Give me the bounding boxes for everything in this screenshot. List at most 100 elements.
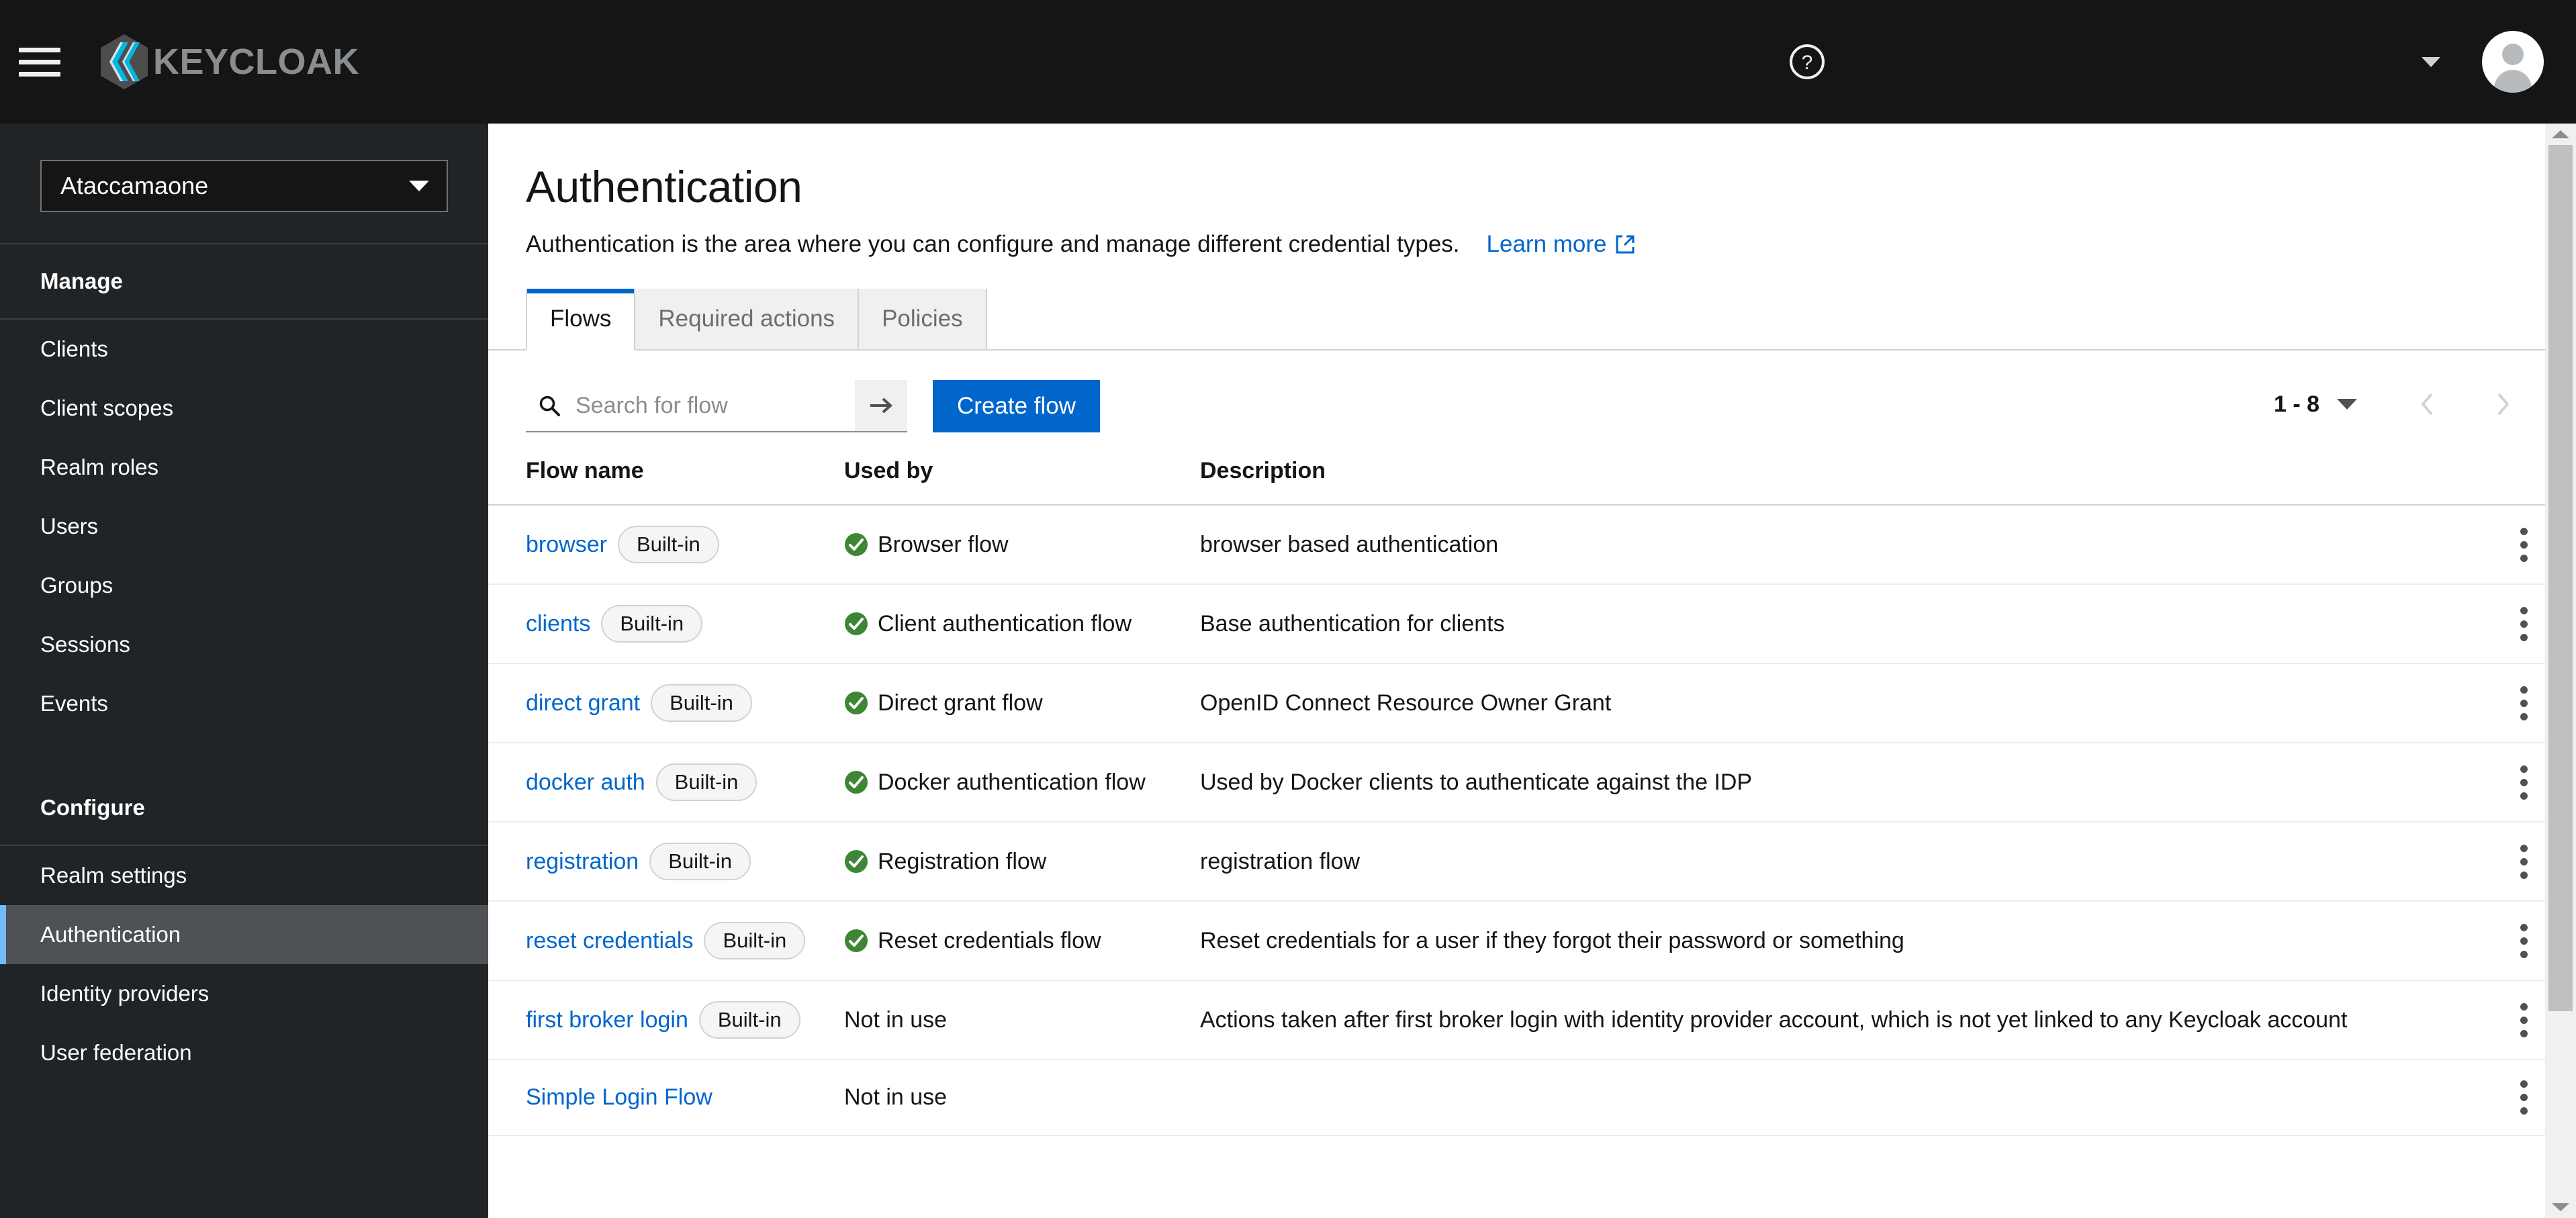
- used-by-group: Docker authentication flow: [844, 769, 1200, 796]
- scroll-up-button[interactable]: [2552, 124, 2570, 145]
- user-avatar[interactable]: [2482, 31, 2544, 93]
- flow-name-link[interactable]: Simple Login Flow: [526, 1084, 712, 1111]
- help-circle-icon[interactable]: ?: [1788, 42, 1827, 81]
- search-input[interactable]: Search for flow: [526, 380, 855, 432]
- user-menu-toggle[interactable]: [2418, 48, 2444, 75]
- cell-flow-name: docker auth Built-in: [488, 743, 844, 823]
- realm-selector-label: Ataccamaone: [60, 172, 209, 199]
- builtin-label: Built-in: [617, 526, 719, 563]
- sidebar-item-users[interactable]: Users: [0, 497, 488, 556]
- global-navigation-toggle[interactable]: [19, 41, 60, 83]
- cell-used-by: Client authentication flow: [844, 584, 1200, 664]
- kebab-dot: [2520, 778, 2528, 786]
- tab-required-actions[interactable]: Required actions: [635, 289, 860, 349]
- kebab-dot: [2520, 606, 2528, 614]
- table-row: Simple Login Flow Not in use: [488, 1060, 2576, 1136]
- chevron-left-icon[interactable]: [2419, 391, 2436, 418]
- masthead: KEYCLOAK ?: [0, 0, 2576, 124]
- kebab-dot: [2520, 712, 2528, 720]
- used-by-group: Browser flow: [844, 532, 1200, 558]
- kebab-dot: [2520, 1002, 2528, 1011]
- search-group: Search for flow: [526, 380, 907, 432]
- sidebar-item-groups[interactable]: Groups: [0, 556, 488, 615]
- pagination-nav: [2419, 391, 2512, 418]
- used-by-label: Browser flow: [878, 531, 1009, 557]
- table-row: reset credentials Built-in Reset credentia…: [488, 901, 2576, 981]
- kebab-dot: [2520, 527, 2528, 535]
- flow-name-group: first broker login Built-in: [526, 1001, 844, 1039]
- cell-used-by: Registration flow: [844, 822, 1200, 902]
- learn-more-link[interactable]: Learn more: [1487, 231, 1636, 258]
- table-header-row: Flow name Used by Description: [488, 458, 2576, 506]
- cell-used-by: Direct grant flow: [844, 663, 1200, 743]
- flow-name-link[interactable]: browser: [526, 532, 607, 558]
- sidebar-item-clients[interactable]: Clients: [0, 320, 488, 379]
- kebab-dot: [2520, 1029, 2528, 1037]
- search-icon: [538, 394, 561, 417]
- used-by-label: Direct grant flow: [878, 690, 1043, 716]
- brand-logo[interactable]: KEYCLOAK: [98, 33, 359, 91]
- pagination-range: 1 - 8: [2274, 391, 2320, 417]
- cell-description: Reset credentials for a user if they for…: [1200, 901, 2472, 981]
- sidebar-item-authentication[interactable]: Authentication: [0, 905, 488, 964]
- builtin-label: Built-in: [649, 843, 751, 880]
- column-used-by: Used by: [844, 458, 1200, 506]
- search-placeholder: Search for flow: [576, 392, 728, 418]
- flows-table: Flow name Used by Description browser Bui…: [488, 458, 2576, 1136]
- sidebar-item-events[interactable]: Events: [0, 674, 488, 733]
- cell-flow-name: registration Built-in: [488, 822, 844, 902]
- kebab-dot: [2520, 633, 2528, 641]
- builtin-label: Built-in: [698, 1001, 800, 1039]
- sidebar-item-realm-settings[interactable]: Realm settings: [0, 846, 488, 905]
- sidebar-item-realm-roles[interactable]: Realm roles: [0, 438, 488, 497]
- kebab-dot: [2520, 1016, 2528, 1024]
- scrollbar-track[interactable]: [2545, 145, 2576, 1197]
- kebab-dot: [2520, 765, 2528, 773]
- page-title: Authentication: [526, 162, 802, 212]
- keycloak-logo-icon: [98, 33, 150, 91]
- cell-description: Used by Docker clients to authenticate a…: [1200, 743, 2472, 823]
- scrollbar-thumb[interactable]: [2548, 145, 2573, 1011]
- sidebar-item-user-federation[interactable]: User federation: [0, 1023, 488, 1082]
- nav-group-title-configure: Configure: [40, 795, 145, 820]
- sidebar-item-client-scopes[interactable]: Client scopes: [0, 379, 488, 438]
- kebab-dot: [2520, 620, 2528, 628]
- used-by-group: Client authentication flow: [844, 611, 1200, 637]
- pagination-options-toggle[interactable]: [2337, 399, 2358, 410]
- kebab-dot: [2520, 950, 2528, 958]
- cell-description: registration flow: [1200, 822, 2472, 902]
- vertical-scrollbar[interactable]: [2545, 124, 2576, 1218]
- tab-flows[interactable]: Flows: [526, 289, 636, 350]
- kebab-dot: [2520, 857, 2528, 865]
- flow-name-group: browser Built-in: [526, 526, 844, 563]
- cell-flow-name: clients Built-in: [488, 584, 844, 664]
- flow-name-link[interactable]: first broker login: [526, 1007, 688, 1033]
- scroll-down-button[interactable]: [2552, 1197, 2570, 1218]
- masthead-actions: ?: [1788, 0, 2576, 124]
- arrow-right-icon: [868, 394, 894, 417]
- flow-name-link[interactable]: direct grant: [526, 690, 640, 716]
- cell-flow-name: first broker login Built-in: [488, 980, 844, 1060]
- flow-name-link[interactable]: clients: [526, 611, 590, 637]
- search-submit-button[interactable]: [855, 380, 907, 432]
- used-by-label: Reset credentials flow: [878, 927, 1101, 953]
- flow-name-link[interactable]: reset credentials: [526, 928, 693, 954]
- flow-name-link[interactable]: registration: [526, 849, 639, 875]
- caret-down-icon: [2552, 1203, 2570, 1211]
- kebab-dot: [2520, 541, 2528, 549]
- sidebar-item-identity-providers[interactable]: Identity providers: [0, 964, 488, 1023]
- used-by-group: Direct grant flow: [844, 690, 1200, 716]
- tab-policies[interactable]: Policies: [859, 289, 987, 349]
- check-circle-icon: [844, 532, 868, 557]
- flow-name-link[interactable]: docker auth: [526, 769, 645, 796]
- cell-used-by: Docker authentication flow: [844, 743, 1200, 823]
- realm-selector[interactable]: Ataccamaone: [40, 160, 448, 212]
- cell-description: browser based authentication: [1200, 505, 2472, 585]
- cell-used-by: Not in use: [844, 1060, 1200, 1136]
- keycloak-admin-console: KEYCLOAK ? Ataccamaone Manage Clients Cl…: [0, 0, 2576, 1218]
- create-flow-button[interactable]: Create flow: [933, 380, 1101, 432]
- sidebar-item-sessions[interactable]: Sessions: [0, 615, 488, 674]
- main-scroll-region: Authentication Authentication is the are…: [488, 124, 2576, 1218]
- chevron-right-icon[interactable]: [2494, 391, 2512, 418]
